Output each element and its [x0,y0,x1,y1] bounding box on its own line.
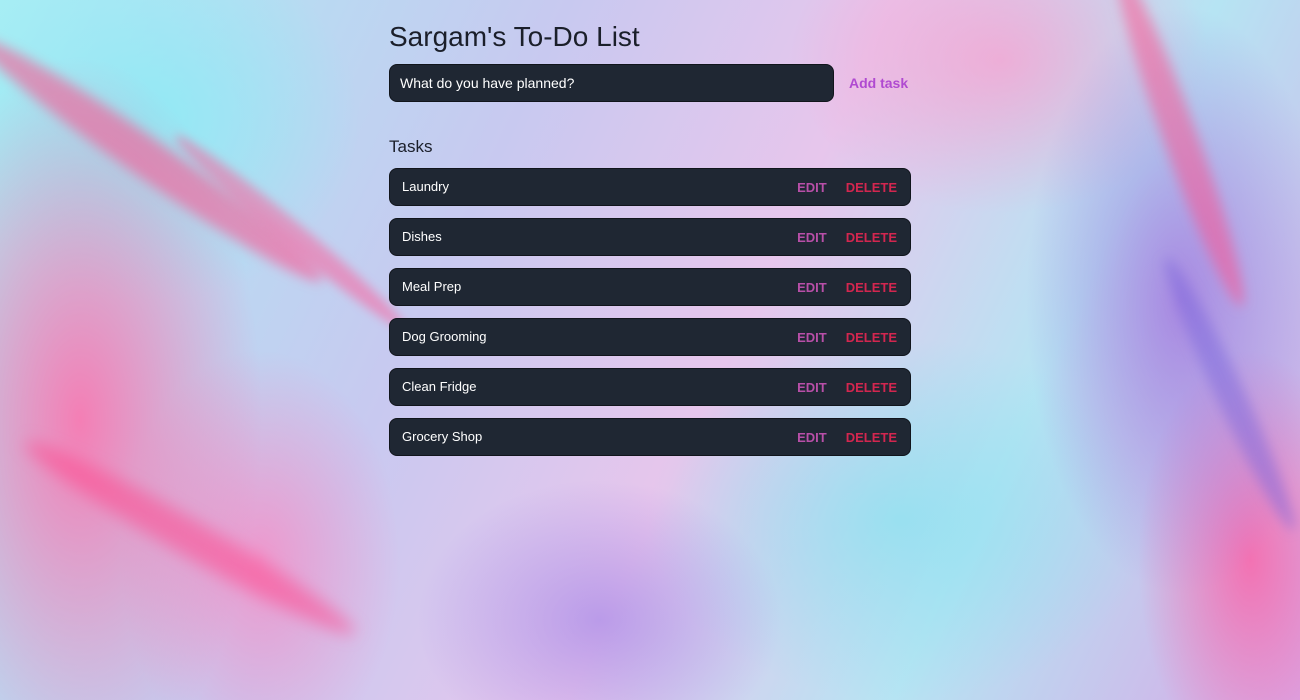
add-task-button[interactable]: Add task [849,64,908,102]
edit-button[interactable]: EDIT [797,380,827,395]
task-name: Meal Prep [402,279,462,294]
task-item: Clean Fridge EDIT DELETE [389,368,911,406]
task-list: Laundry EDIT DELETE Dishes EDIT DELETE M… [389,168,911,456]
task-item: Dishes EDIT DELETE [389,218,911,256]
background-streak [1102,0,1258,312]
new-task-input[interactable] [389,64,834,102]
background-streak [0,23,334,297]
task-actions: EDIT DELETE [797,169,897,205]
add-task-form: Add task [389,64,929,102]
task-item: Laundry EDIT DELETE [389,168,911,206]
edit-button[interactable]: EDIT [797,230,827,245]
tasks-heading: Tasks [389,137,433,156]
todo-container: Sargam's To-Do List Add task Tasks Laund… [389,18,929,468]
delete-button[interactable]: DELETE [846,330,897,345]
delete-button[interactable]: DELETE [846,280,897,295]
edit-button[interactable]: EDIT [797,180,827,195]
task-item: Grocery Shop EDIT DELETE [389,418,911,456]
task-actions: EDIT DELETE [797,369,897,405]
edit-button[interactable]: EDIT [797,330,827,345]
delete-button[interactable]: DELETE [846,380,897,395]
task-actions: EDIT DELETE [797,219,897,255]
page-title: Sargam's To-Do List [389,21,640,52]
edit-button[interactable]: EDIT [797,430,827,445]
task-name: Clean Fridge [402,379,477,394]
page-background: Sargam's To-Do List Add task Tasks Laund… [0,0,1300,700]
task-name: Dishes [402,229,442,244]
task-name: Grocery Shop [402,429,483,444]
edit-button[interactable]: EDIT [797,280,827,295]
task-item: Dog Grooming EDIT DELETE [389,318,911,356]
background-streak [16,427,364,649]
background-streak [1153,252,1300,536]
task-actions: EDIT DELETE [797,269,897,305]
background-streak [167,126,413,338]
task-item: Meal Prep EDIT DELETE [389,268,911,306]
task-name: Laundry [402,179,449,194]
task-actions: EDIT DELETE [797,419,897,455]
delete-button[interactable]: DELETE [846,230,897,245]
delete-button[interactable]: DELETE [846,430,897,445]
task-actions: EDIT DELETE [797,319,897,355]
delete-button[interactable]: DELETE [846,180,897,195]
task-name: Dog Grooming [402,329,487,344]
